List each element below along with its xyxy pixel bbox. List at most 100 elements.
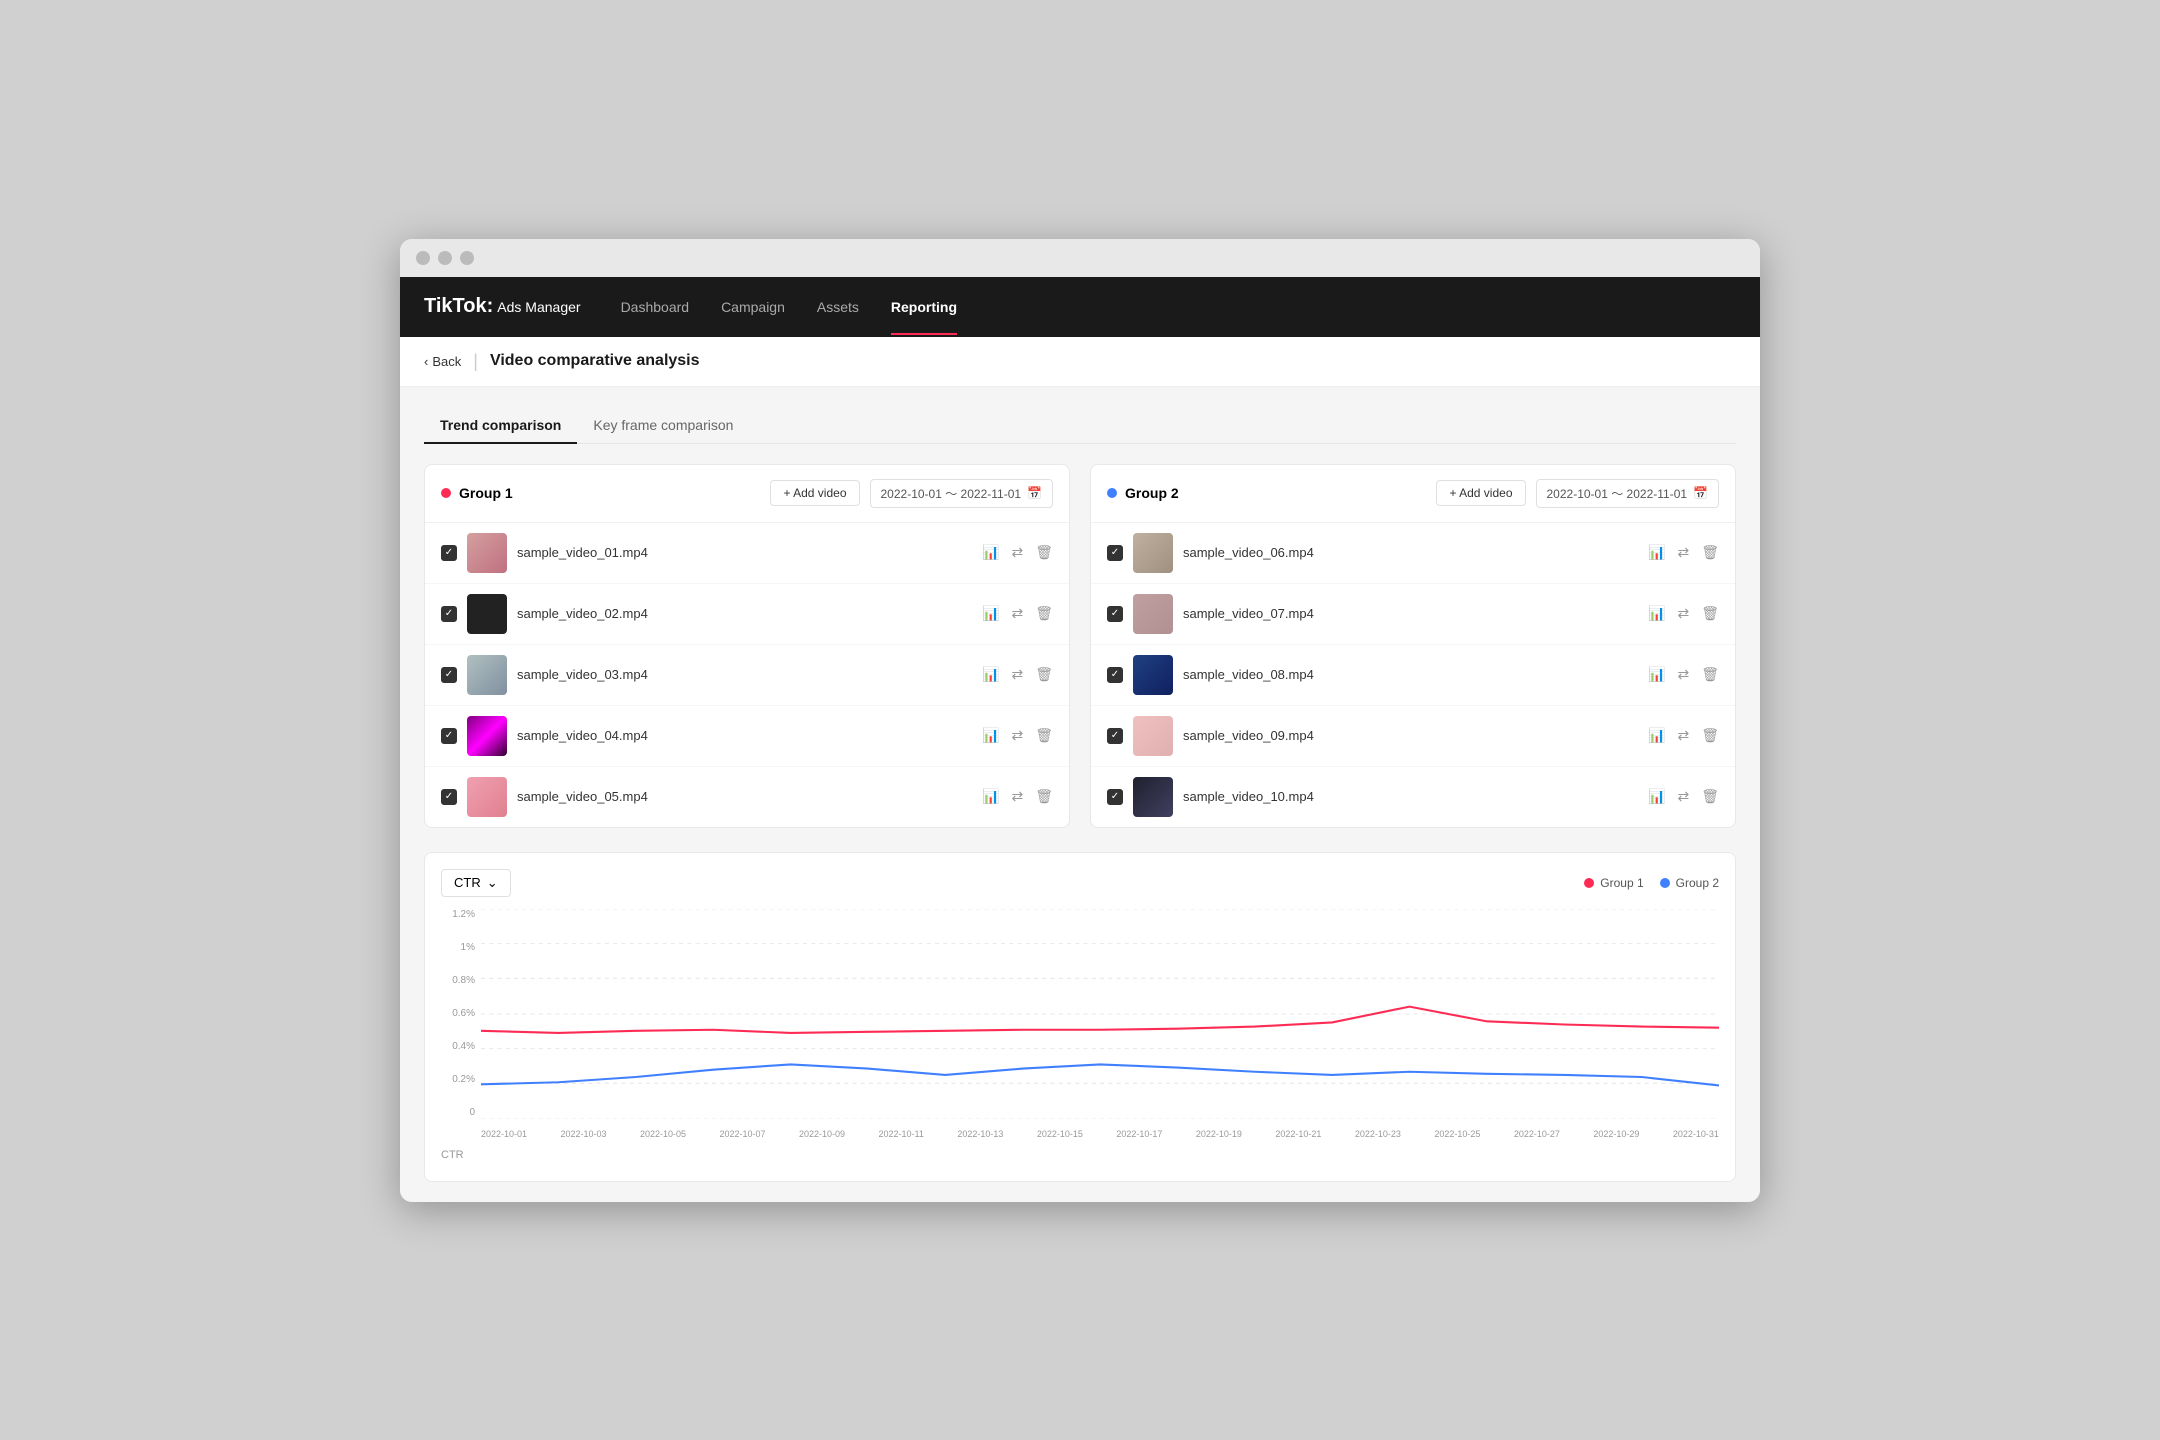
group2-video3-delete-icon[interactable]: 🗑 xyxy=(1701,666,1719,683)
nav-reporting[interactable]: Reporting xyxy=(891,279,957,335)
group2-video1-thumb xyxy=(1133,533,1173,573)
group1-label: Group 1 xyxy=(441,485,513,501)
group2-video4-delete-icon[interactable]: 🗑 xyxy=(1701,727,1719,744)
nav-dashboard[interactable]: Dashboard xyxy=(621,279,690,335)
group2-video5-checkbox[interactable] xyxy=(1107,789,1123,805)
group2-video5-delete-icon[interactable]: 🗑 xyxy=(1701,788,1719,805)
group1-video5-swap-icon[interactable]: ⇄ xyxy=(1011,788,1023,805)
group1-video5-name: sample_video_05.mp4 xyxy=(517,789,972,804)
breadcrumb-bar: ‹ Back | Video comparative analysis xyxy=(400,337,1760,387)
group1-video4-name: sample_video_04.mp4 xyxy=(517,728,972,743)
group1-video-row-3: sample_video_03.mp4 📊 ⇄ 🗑 xyxy=(425,645,1069,706)
traffic-light-close[interactable] xyxy=(416,251,430,265)
chart-svg-container xyxy=(481,909,1719,1119)
group1-video1-swap-icon[interactable]: ⇄ xyxy=(1011,544,1023,561)
x-label-11: 2022-10-21 xyxy=(1275,1129,1321,1139)
y-label-2: 1% xyxy=(461,942,475,953)
group1-date-range[interactable]: 2022-10-01 ～ 2022-11-01 📅 xyxy=(870,479,1054,508)
group1-video2-checkbox[interactable] xyxy=(441,606,457,622)
group2-video-row-3: sample_video_08.mp4 📊 ⇄ 🗑 xyxy=(1091,645,1735,706)
group1-video2-swap-icon[interactable]: ⇄ xyxy=(1011,605,1023,622)
x-label-4: 2022-10-07 xyxy=(720,1129,766,1139)
group2-video2-name: sample_video_07.mp4 xyxy=(1183,606,1638,621)
ctr-dropdown[interactable]: CTR ⌄ xyxy=(441,869,511,897)
group1-panel: Group 1 + Add video 2022-10-01 ～ 2022-11… xyxy=(424,464,1070,828)
group1-video1-checkbox[interactable] xyxy=(441,545,457,561)
group2-video4-swap-icon[interactable]: ⇄ xyxy=(1677,727,1689,744)
tab-key-frame-comparison[interactable]: Key frame comparison xyxy=(577,407,749,443)
group1-title: Group 1 xyxy=(459,485,513,501)
group1-video-row-4: sample_video_04.mp4 📊 ⇄ 🗑 xyxy=(425,706,1069,767)
ctr-section: CTR ⌄ Group 1 Group 2 xyxy=(424,852,1736,1182)
group1-video5-checkbox[interactable] xyxy=(441,789,457,805)
traffic-light-fullscreen[interactable] xyxy=(460,251,474,265)
group1-video2-chart-icon[interactable]: 📊 xyxy=(982,605,999,622)
group1-video5-delete-icon[interactable]: 🗑 xyxy=(1035,788,1053,805)
nav-campaign[interactable]: Campaign xyxy=(721,279,785,335)
logo: TikTok: Ads Manager xyxy=(424,295,581,318)
group2-video2-thumb xyxy=(1133,594,1173,634)
legend-group2-label: Group 2 xyxy=(1676,876,1719,890)
group2-video4-chart-icon[interactable]: 📊 xyxy=(1648,727,1665,744)
group1-video1-chart-icon[interactable]: 📊 xyxy=(982,544,999,561)
group1-video3-chart-icon[interactable]: 📊 xyxy=(982,666,999,683)
group1-add-video-button[interactable]: + Add video xyxy=(770,480,859,506)
x-label-6: 2022-10-11 xyxy=(879,1129,924,1139)
group2-video5-name: sample_video_10.mp4 xyxy=(1183,789,1638,804)
chart-area: 1.2% 1% 0.8% 0.6% 0.4% 0.2% 0 xyxy=(441,909,1719,1149)
group1-video2-actions: 📊 ⇄ 🗑 xyxy=(982,605,1053,622)
group2-video3-swap-icon[interactable]: ⇄ xyxy=(1677,666,1689,683)
group1-video3-delete-icon[interactable]: 🗑 xyxy=(1035,666,1053,683)
group2-video1-swap-icon[interactable]: ⇄ xyxy=(1677,544,1689,561)
group2-video2-delete-icon[interactable]: 🗑 xyxy=(1701,605,1719,622)
group2-video3-thumb xyxy=(1133,655,1173,695)
group2-video-row-2: sample_video_07.mp4 📊 ⇄ 🗑 xyxy=(1091,584,1735,645)
tab-trend-comparison[interactable]: Trend comparison xyxy=(424,407,577,443)
group2-panel: Group 2 + Add video 2022-10-01 ～ 2022-11… xyxy=(1090,464,1736,828)
nav-assets[interactable]: Assets xyxy=(817,279,859,335)
group1-video4-swap-icon[interactable]: ⇄ xyxy=(1011,727,1023,744)
chart-y-labels: 1.2% 1% 0.8% 0.6% 0.4% 0.2% 0 xyxy=(441,909,481,1119)
ctr-dropdown-label: CTR xyxy=(454,875,481,890)
group2-video1-actions: 📊 ⇄ 🗑 xyxy=(1648,544,1719,561)
group2-video-row-1: sample_video_06.mp4 📊 ⇄ 🗑 xyxy=(1091,523,1735,584)
y-label-5: 0.4% xyxy=(452,1041,475,1052)
group1-video1-delete-icon[interactable]: 🗑 xyxy=(1035,544,1053,561)
group2-date-range[interactable]: 2022-10-01 ～ 2022-11-01 📅 xyxy=(1536,479,1720,508)
group2-video3-checkbox[interactable] xyxy=(1107,667,1123,683)
group2-video1-chart-icon[interactable]: 📊 xyxy=(1648,544,1665,561)
group1-video3-checkbox[interactable] xyxy=(441,667,457,683)
back-button[interactable]: ‹ Back xyxy=(424,354,461,369)
group2-video2-swap-icon[interactable]: ⇄ xyxy=(1677,605,1689,622)
group1-video1-actions: 📊 ⇄ 🗑 xyxy=(982,544,1053,561)
group2-video2-checkbox[interactable] xyxy=(1107,606,1123,622)
chevron-down-icon: ⌄ xyxy=(487,875,498,891)
group1-video4-chart-icon[interactable]: 📊 xyxy=(982,727,999,744)
app-window: TikTok: Ads Manager Dashboard Campaign A… xyxy=(400,239,1760,1202)
group2-video3-chart-icon[interactable]: 📊 xyxy=(1648,666,1665,683)
traffic-light-minimize[interactable] xyxy=(438,251,452,265)
group2-header: Group 2 + Add video 2022-10-01 ～ 2022-11… xyxy=(1091,465,1735,523)
group1-video5-chart-icon[interactable]: 📊 xyxy=(982,788,999,805)
x-label-5: 2022-10-09 xyxy=(799,1129,845,1139)
group1-video2-delete-icon[interactable]: 🗑 xyxy=(1035,605,1053,622)
group1-video4-delete-icon[interactable]: 🗑 xyxy=(1035,727,1053,744)
group2-video1-delete-icon[interactable]: 🗑 xyxy=(1701,544,1719,561)
group1-video5-thumb xyxy=(467,777,507,817)
group2-video1-checkbox[interactable] xyxy=(1107,545,1123,561)
group2-video4-checkbox[interactable] xyxy=(1107,728,1123,744)
x-label-13: 2022-10-25 xyxy=(1434,1129,1480,1139)
group2-video5-chart-icon[interactable]: 📊 xyxy=(1648,788,1665,805)
group2-video5-swap-icon[interactable]: ⇄ xyxy=(1677,788,1689,805)
group2-video-row-4: sample_video_09.mp4 📊 ⇄ 🗑 xyxy=(1091,706,1735,767)
ctr-axis-label: CTR xyxy=(441,1149,1719,1161)
group1-video-row-1: sample_video_01.mp4 📊 ⇄ 🗑 xyxy=(425,523,1069,584)
group1-video4-checkbox[interactable] xyxy=(441,728,457,744)
group2-add-video-button[interactable]: + Add video xyxy=(1436,480,1525,506)
legend-group2-dot xyxy=(1660,878,1670,888)
group1-video3-actions: 📊 ⇄ 🗑 xyxy=(982,666,1053,683)
group1-video3-swap-icon[interactable]: ⇄ xyxy=(1011,666,1023,683)
chart-svg xyxy=(481,909,1719,1119)
group2-video2-chart-icon[interactable]: 📊 xyxy=(1648,605,1665,622)
title-bar xyxy=(400,239,1760,277)
